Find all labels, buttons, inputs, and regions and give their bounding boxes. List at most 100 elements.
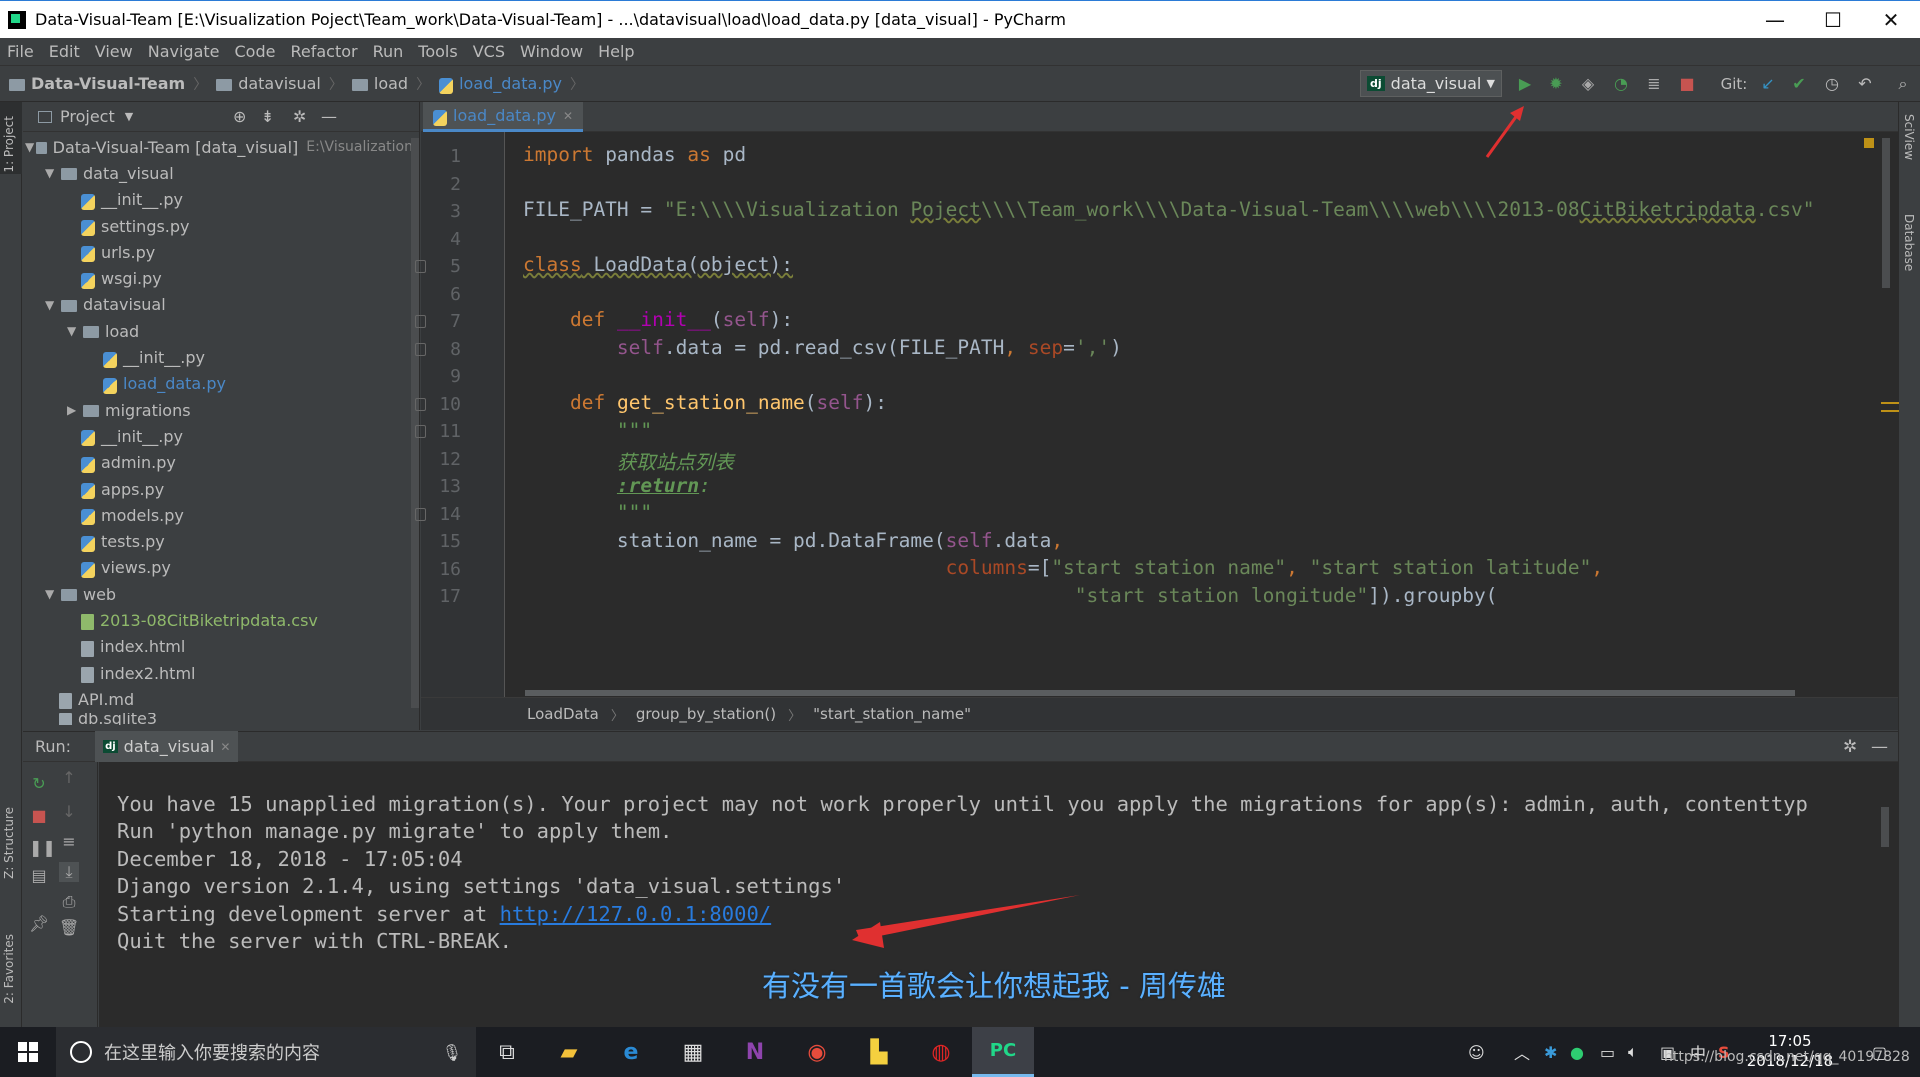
menu-tools[interactable]: Tools bbox=[411, 42, 465, 61]
scroll-up-icon[interactable]: ↑ bbox=[59, 768, 79, 788]
tree-file[interactable]: __init__.py bbox=[23, 344, 413, 370]
structure-tool-button[interactable]: Z: Structure bbox=[2, 807, 16, 879]
tab-load-data-py[interactable]: load_data.py ✕ bbox=[423, 102, 584, 132]
project-scrollbar[interactable] bbox=[411, 138, 419, 708]
breadcrumb-symbol[interactable]: "start_station_name" bbox=[813, 705, 971, 723]
tree-file[interactable]: wsgi.py bbox=[23, 265, 413, 291]
wechat-icon[interactable]: ● bbox=[1570, 1027, 1584, 1077]
git-commit-icon[interactable]: ✔ bbox=[1789, 74, 1809, 94]
menu-view[interactable]: View bbox=[88, 42, 141, 61]
chrome-icon[interactable]: ◉ bbox=[786, 1027, 848, 1077]
breadcrumb-load[interactable]: load 〉 bbox=[351, 74, 430, 94]
hide-panel-icon[interactable]: — bbox=[1871, 737, 1888, 757]
taskbar-search[interactable]: 在这里输入你要搜索的内容 🎙︎ bbox=[56, 1027, 476, 1077]
stop-icon[interactable]: ■ bbox=[29, 806, 49, 826]
volume-icon[interactable]: 🔈︎ bbox=[1628, 1027, 1638, 1077]
tree-file[interactable]: admin.py bbox=[23, 450, 413, 476]
tree-root[interactable]: ▼ Data-Visual-Team [data_visual] E:\Visual… bbox=[23, 134, 413, 160]
tree-file-active[interactable]: load_data.py bbox=[23, 371, 413, 397]
bluetooth-icon[interactable]: ✱ bbox=[1544, 1027, 1557, 1077]
concurrency-icon[interactable]: ≣ bbox=[1644, 74, 1664, 94]
tree-file[interactable]: index2.html bbox=[23, 660, 413, 686]
editor-scrollbar[interactable] bbox=[1882, 138, 1890, 288]
menu-run[interactable]: Run bbox=[366, 42, 412, 61]
tree-file[interactable]: API.md bbox=[23, 686, 413, 712]
tree-file[interactable]: urls.py bbox=[23, 239, 413, 265]
project-tool-button[interactable]: 1: Project bbox=[2, 116, 16, 173]
tree-file[interactable]: __init__.py bbox=[23, 187, 413, 213]
database-tool-button[interactable]: Database bbox=[1902, 214, 1916, 271]
chevron-up-icon[interactable]: ︿ bbox=[1514, 1027, 1530, 1077]
fold-icon[interactable] bbox=[415, 425, 426, 438]
trash-icon[interactable]: 🗑︎ bbox=[59, 918, 79, 938]
menu-refactor[interactable]: Refactor bbox=[283, 42, 365, 61]
tree-folder[interactable]: ▶ migrations bbox=[23, 397, 413, 423]
edge-browser-icon[interactable]: e bbox=[600, 1027, 662, 1077]
tree-file[interactable]: __init__.py bbox=[23, 423, 413, 449]
git-update-icon[interactable]: ↙ bbox=[1758, 74, 1778, 94]
task-view-icon[interactable]: ⧉ bbox=[476, 1027, 538, 1077]
breadcrumb-method[interactable]: group_by_station() bbox=[636, 705, 776, 723]
tree-file[interactable]: 2013-08CitBiketripdata.csv bbox=[23, 607, 413, 633]
chevron-down-icon[interactable]: ▼ bbox=[125, 110, 133, 123]
tree-file[interactable]: views.py bbox=[23, 555, 413, 581]
minimize-button[interactable]: — bbox=[1746, 8, 1804, 32]
close-tab-icon[interactable]: ✕ bbox=[220, 740, 230, 754]
close-button[interactable]: ✕ bbox=[1862, 8, 1920, 32]
scroll-to-end-icon[interactable]: ⤓ bbox=[59, 862, 79, 882]
search-icon[interactable]: ⌕ bbox=[1893, 74, 1913, 94]
menu-edit[interactable]: Edit bbox=[42, 42, 88, 61]
file-explorer-icon[interactable]: ▰ bbox=[538, 1027, 600, 1077]
code-area[interactable]: import pandas as pd FILE_PATH = "E:\\\\V… bbox=[523, 132, 1888, 697]
menu-navigate[interactable]: Navigate bbox=[141, 42, 228, 61]
horizontal-scrollbar[interactable] bbox=[525, 690, 1795, 696]
tree-folder[interactable]: ▼ data_visual bbox=[23, 160, 413, 186]
breadcrumb-datavisual[interactable]: datavisual 〉 bbox=[216, 74, 343, 94]
revert-icon[interactable]: ↶ bbox=[1855, 74, 1875, 94]
tree-file[interactable]: settings.py bbox=[23, 213, 413, 239]
maximize-button[interactable]: ☐ bbox=[1804, 8, 1862, 32]
rerun-icon[interactable]: ↻ bbox=[29, 774, 49, 794]
gear-icon[interactable]: ✲ bbox=[293, 107, 306, 126]
server-url-link[interactable]: http://127.0.0.1:8000/ bbox=[500, 902, 772, 926]
project-panel-title[interactable]: Project bbox=[60, 107, 115, 126]
fold-icon[interactable] bbox=[415, 260, 426, 273]
profile-icon[interactable]: ◔ bbox=[1611, 74, 1631, 94]
warning-marker[interactable] bbox=[1864, 138, 1874, 148]
menu-help[interactable]: Help bbox=[591, 42, 642, 61]
fold-icon[interactable] bbox=[415, 508, 426, 521]
warning-stripe[interactable] bbox=[1881, 402, 1899, 404]
tree-file[interactable]: apps.py bbox=[23, 476, 413, 502]
sciview-tool-button[interactable]: SciView bbox=[1902, 114, 1916, 160]
breadcrumb-class[interactable]: LoadData bbox=[527, 705, 599, 723]
breadcrumb-file[interactable]: load_data.py 〉 bbox=[439, 74, 584, 94]
onenote-icon[interactable]: N bbox=[724, 1027, 786, 1077]
coverage-icon[interactable]: ◈ bbox=[1578, 74, 1598, 94]
tree-folder[interactable]: ▼ load bbox=[23, 318, 413, 344]
run-icon[interactable]: ▶ bbox=[1515, 74, 1535, 94]
layout-icon[interactable]: ▤ bbox=[29, 866, 49, 886]
run-tab-data-visual[interactable]: dj data_visual ✕ bbox=[95, 731, 239, 762]
tree-file[interactable]: db.sqlite3 bbox=[23, 712, 413, 725]
tree-file[interactable]: index.html bbox=[23, 634, 413, 660]
run-configuration-selector[interactable]: dj data_visual ▼ bbox=[1360, 70, 1502, 97]
breadcrumb-project[interactable]: Data-Visual-Team 〉 bbox=[9, 74, 207, 94]
store-icon[interactable]: ▦ bbox=[662, 1027, 724, 1077]
pin-icon[interactable]: 📌︎ bbox=[29, 914, 49, 934]
fold-icon[interactable] bbox=[415, 343, 426, 356]
close-tab-icon[interactable]: ✕ bbox=[563, 109, 573, 123]
menu-code[interactable]: Code bbox=[228, 42, 284, 61]
print-icon[interactable]: ⎙ bbox=[59, 892, 79, 912]
stop-icon[interactable]: ■ bbox=[1677, 74, 1697, 94]
tree-file[interactable]: tests.py bbox=[23, 528, 413, 554]
pycharm-taskbar-icon[interactable]: PC bbox=[972, 1027, 1034, 1077]
tree-folder[interactable]: ▼ datavisual bbox=[23, 292, 413, 318]
soft-wrap-icon[interactable]: ≡ bbox=[59, 832, 79, 852]
pause-icon[interactable]: ❚❚ bbox=[29, 838, 56, 858]
console-scrollbar[interactable] bbox=[1881, 807, 1889, 847]
microphone-icon[interactable]: 🎙︎ bbox=[442, 1043, 462, 1062]
debug-icon[interactable]: ✹ bbox=[1546, 74, 1566, 94]
warning-stripe[interactable] bbox=[1881, 410, 1899, 412]
netease-music-icon[interactable]: ◍ bbox=[910, 1027, 972, 1077]
history-icon[interactable]: ◷ bbox=[1822, 74, 1842, 94]
